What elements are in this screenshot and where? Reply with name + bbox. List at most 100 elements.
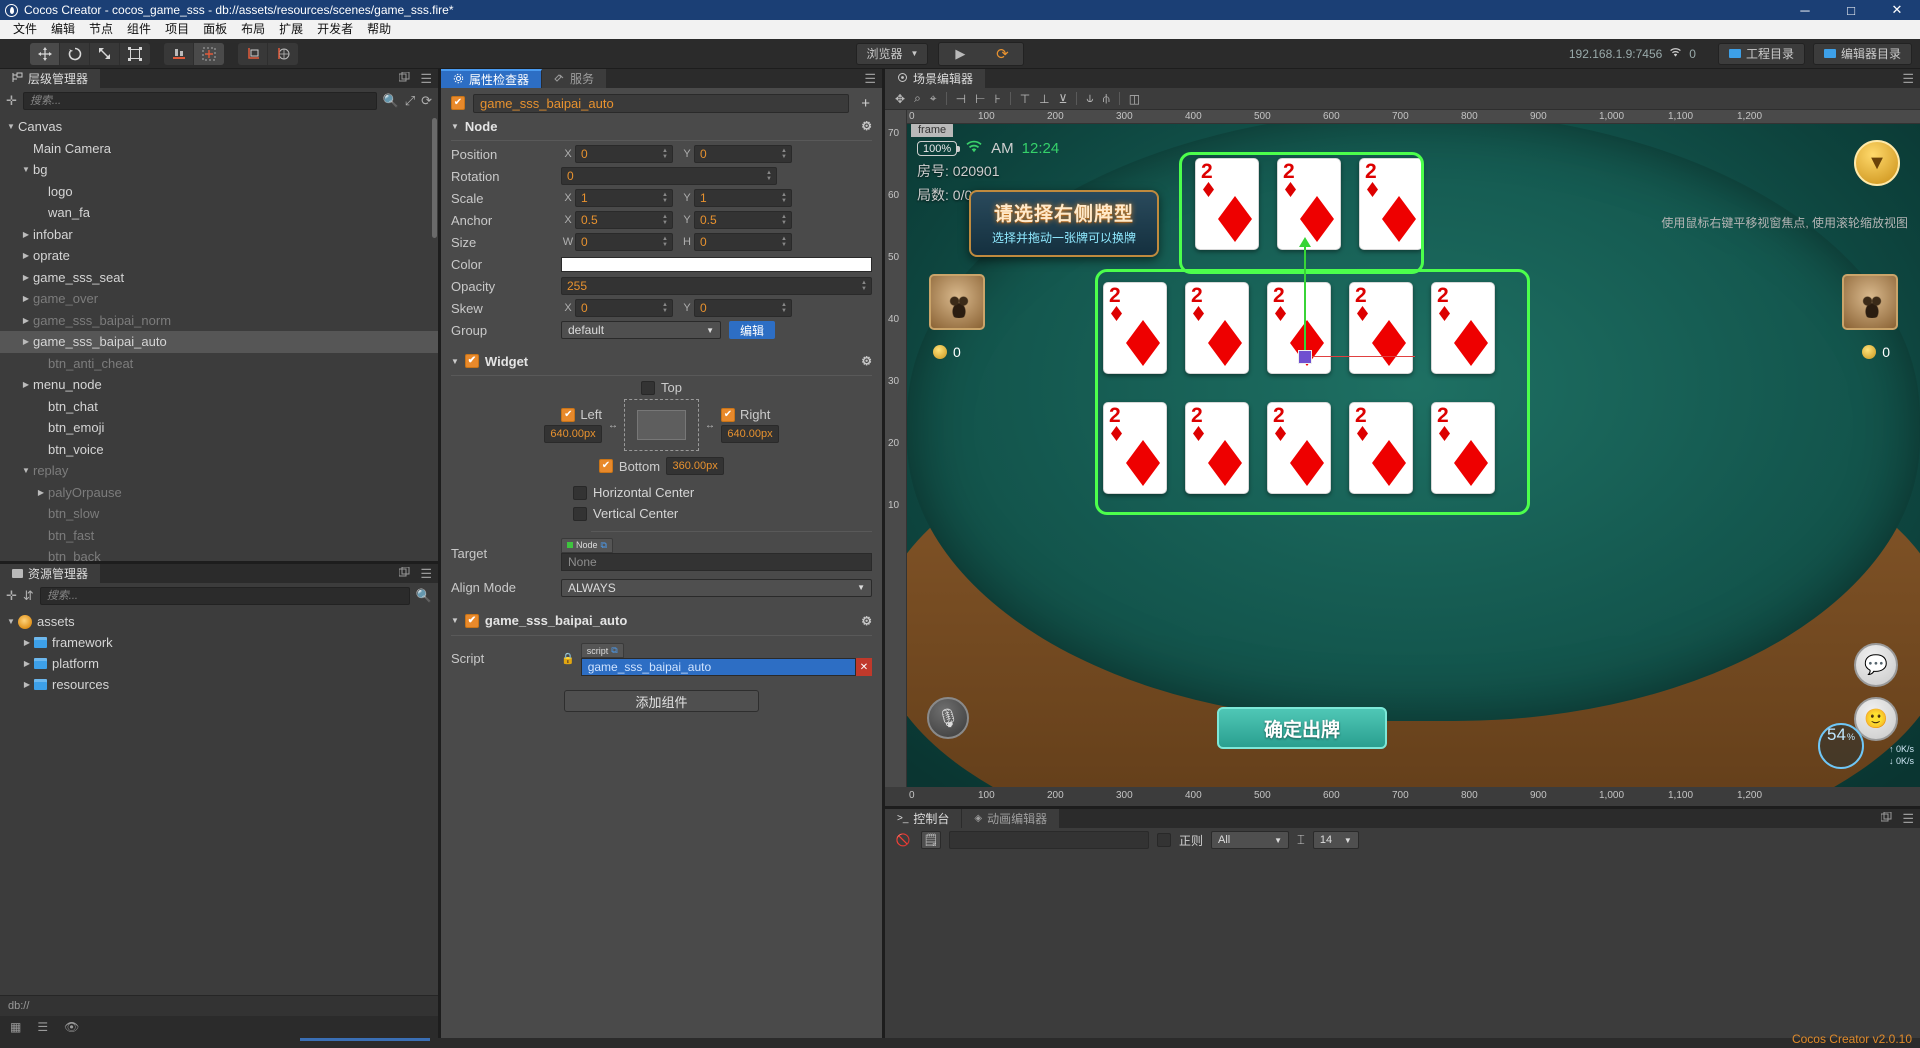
hierarchy-node-bg[interactable]: ▼ bg <box>0 159 438 181</box>
widget-right-input[interactable]: 640.00px <box>721 425 779 443</box>
search-icon[interactable]: 🔍 <box>383 93 399 109</box>
add-component-button[interactable]: 添加组件 <box>564 690 759 712</box>
console-log-area[interactable] <box>885 852 1920 1038</box>
search-icon[interactable]: 🔍 <box>416 588 432 604</box>
gizmo-y-arrow[interactable] <box>1299 237 1311 247</box>
avatar-right[interactable] <box>1842 274 1898 330</box>
asset-node-framework[interactable]: ▶ framework <box>0 632 438 653</box>
widget-right-checkbox[interactable] <box>721 407 735 422</box>
add-component-icon[interactable]: + <box>857 95 874 112</box>
chevron-right-icon[interactable]: ▶ <box>20 680 34 689</box>
horizontal-center-checkbox[interactable] <box>573 485 587 500</box>
menu-item-6[interactable]: 布局 <box>234 20 272 39</box>
asset-node-assets[interactable]: ▼ assets <box>0 611 438 632</box>
hierarchy-search-input[interactable]: 搜索... <box>22 92 377 110</box>
chevron-right-icon[interactable]: ▶ <box>34 488 48 497</box>
widget-section-header[interactable]: ▼ Widget ⚙ <box>441 347 882 371</box>
tab-hierarchy[interactable]: 层级管理器 <box>0 69 102 88</box>
rect-transform-icon[interactable] <box>120 43 150 65</box>
align-right-icon[interactable]: ⊦ <box>994 92 1000 106</box>
hand-icon[interactable]: ✥ <box>895 92 905 106</box>
align-node-icon[interactable] <box>164 42 194 65</box>
menu-item-4[interactable]: 项目 <box>158 20 196 39</box>
chevron-right-icon[interactable]: ▶ <box>19 230 33 239</box>
hierarchy-node-infobar[interactable]: ▶ infobar <box>0 224 438 246</box>
scale-icon[interactable] <box>90 42 120 65</box>
widget-left-checkbox[interactable] <box>561 407 576 422</box>
hierarchy-node-logo[interactable]: ▶logo <box>0 181 438 203</box>
widget-section-gear-icon[interactable]: ⚙ <box>861 354 872 368</box>
chevron-right-icon[interactable]: ▶ <box>19 251 33 260</box>
group-select[interactable]: default ▼ <box>561 321 721 339</box>
hierarchy-node-btn_chat[interactable]: ▶btn_chat <box>0 396 438 418</box>
hierarchy-node-game_sss_baipai_norm[interactable]: ▶ game_sss_baipai_norm <box>0 310 438 332</box>
script-remove-button[interactable]: ✕ <box>856 658 872 676</box>
chat-button[interactable]: 💬 <box>1854 643 1898 687</box>
hierarchy-node-menu_node[interactable]: ▶ menu_node <box>0 374 438 396</box>
menu-item-0[interactable]: 文件 <box>6 20 44 39</box>
zoom-out-icon[interactable]: ⌕ <box>914 91 921 106</box>
chevron-down-icon[interactable]: ▼ <box>4 122 18 131</box>
chevron-right-icon[interactable]: ▶ <box>19 316 33 325</box>
align-left-icon[interactable]: ⊣ <box>956 92 966 106</box>
close-button[interactable]: ✕ <box>1874 0 1920 20</box>
stepper-icon[interactable]: ▲ ▼ <box>781 301 789 315</box>
tab-console[interactable]: >_ 控制台 <box>885 809 963 828</box>
hierarchy-node-replay[interactable]: ▼ replay <box>0 460 438 482</box>
playing-card[interactable]: 2 <box>1267 402 1331 494</box>
skew-x-input[interactable]: 0 ▲ ▼ <box>575 299 673 317</box>
node-section-gear-icon[interactable]: ⚙ <box>861 119 872 133</box>
stepper-icon[interactable]: ▲ ▼ <box>781 235 789 249</box>
stepper-icon[interactable]: ▲ ▼ <box>861 279 869 293</box>
dist-v-icon[interactable]: ⫛ <box>1103 91 1110 106</box>
stepper-icon[interactable]: ▲ ▼ <box>781 213 789 227</box>
assets-tree[interactable]: ▼ assets ▶ framework ▶ platform ▶ resources <box>0 609 438 995</box>
chevron-right-icon[interactable]: ▶ <box>19 294 33 303</box>
scene-canvas[interactable]: 使用鼠标右键平移视窗焦点, 使用滚轮缩放视图 0 100 200 300 400 500 6… <box>885 110 1920 787</box>
scale-x-input[interactable]: 1 ▲ ▼ <box>575 189 673 207</box>
playing-card[interactable]: 2 <box>1359 158 1423 250</box>
panel-menu-icon[interactable]: ☰ <box>1902 811 1914 827</box>
playing-card[interactable]: 2 <box>1349 402 1413 494</box>
refresh-icon[interactable]: ⟳ <box>421 93 432 109</box>
add-asset-icon[interactable]: ✛ <box>6 588 17 604</box>
log-level-select[interactable]: All ▼ <box>1211 831 1290 849</box>
tab-services[interactable]: 服务 <box>542 69 608 88</box>
align-top-icon[interactable]: ⊤ <box>1020 92 1030 106</box>
chevron-right-icon[interactable]: ▶ <box>20 638 34 647</box>
playing-card[interactable]: 2 <box>1431 282 1495 374</box>
chevron-right-icon[interactable]: ▶ <box>19 380 33 389</box>
hierarchy-node-btn_back[interactable]: ▶btn_back <box>0 546 438 561</box>
tab-animation-editor[interactable]: ◈ 动画编辑器 <box>962 809 1061 828</box>
chevron-right-icon[interactable]: ▶ <box>19 273 33 282</box>
script-section-header[interactable]: ▼ game_sss_baipai_auto ⚙ <box>441 607 882 631</box>
playing-card[interactable]: 2 <box>1431 402 1495 494</box>
anchor-x-input[interactable]: 0.5 ▲ ▼ <box>575 211 673 229</box>
widget-enabled-checkbox[interactable] <box>464 354 479 368</box>
menu-item-5[interactable]: 面板 <box>196 20 234 39</box>
playing-card[interactable]: 2 <box>1185 402 1249 494</box>
panel-menu-icon[interactable]: ☰ <box>420 71 432 87</box>
external-link-icon[interactable]: ⧉ <box>601 540 607 551</box>
chevron-down-icon[interactable]: ▼ <box>4 617 18 626</box>
hierarchy-node-game_over[interactable]: ▶ game_over <box>0 288 438 310</box>
tab-scene-editor[interactable]: 场景编辑器 <box>885 69 987 88</box>
chevron-right-icon[interactable]: ▶ <box>19 337 33 346</box>
target-object-field[interactable]: None <box>561 552 872 571</box>
stepper-icon[interactable]: ▲ ▼ <box>662 213 670 227</box>
list-view-icon[interactable]: ☰ <box>37 1020 48 1034</box>
panel-menu-icon[interactable]: ☰ <box>864 71 876 87</box>
stepper-icon[interactable]: ▲ ▼ <box>662 147 670 161</box>
maximize-button[interactable]: □ <box>1828 0 1874 20</box>
tab-assets[interactable]: 资源管理器 <box>0 564 102 583</box>
play-button[interactable]: ▶ <box>939 43 981 65</box>
position-x-input[interactable]: 0 ▲ ▼ <box>575 145 673 163</box>
dist-h-icon[interactable]: ⫝ <box>1086 91 1093 106</box>
menu-item-7[interactable]: 扩展 <box>272 20 310 39</box>
script-object-field[interactable]: game_sss_baipai_auto <box>580 658 856 676</box>
menu-item-2[interactable]: 节点 <box>82 20 120 39</box>
sort-icon[interactable]: ⇵ <box>23 588 34 604</box>
rotation-input[interactable]: 0 ▲ ▼ <box>561 167 777 185</box>
chevron-down-icon[interactable]: ▼ <box>19 165 33 174</box>
stepper-icon[interactable]: ▲ ▼ <box>662 301 670 315</box>
